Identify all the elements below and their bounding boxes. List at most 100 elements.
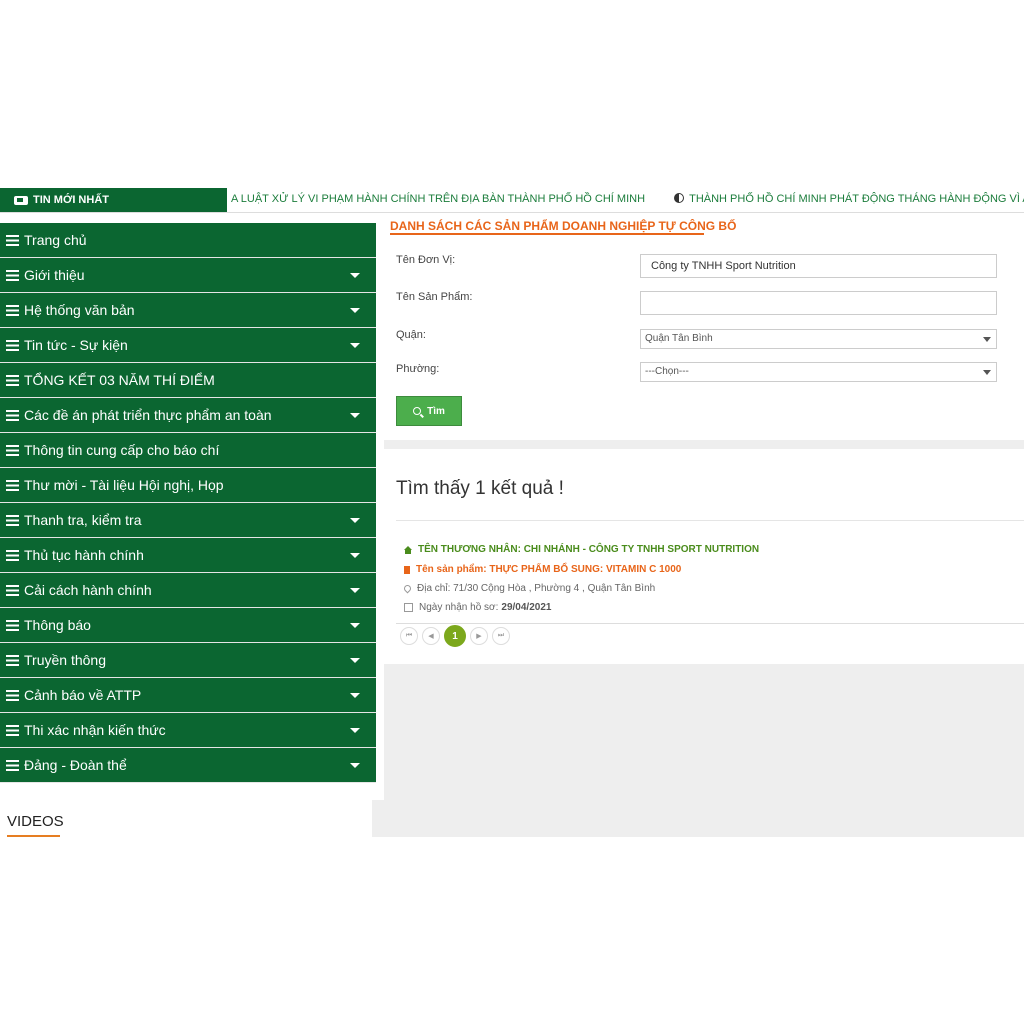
- sidebar-item[interactable]: Thông tin cung cấp cho báo chí: [0, 433, 376, 468]
- result-divider: [396, 520, 1024, 521]
- list-icon: [6, 374, 19, 386]
- sidebar-item[interactable]: Giới thiệu: [0, 258, 376, 293]
- content-background: [384, 664, 1024, 837]
- sidebar-item[interactable]: Các đề án phát triển thực phẩm an toàn: [0, 398, 376, 433]
- videos-section: VIDEOS: [0, 803, 372, 837]
- caret-down-icon: [350, 658, 360, 663]
- sidebar-item-label: Cảnh báo về ATTP: [24, 687, 142, 703]
- caret-down-icon: [350, 308, 360, 313]
- sidebar-item[interactable]: Cải cách hành chính: [0, 573, 376, 608]
- sidebar-menu: Trang chủ Giới thiệu Hệ thống văn bản Tin t…: [0, 223, 376, 783]
- district-label: Quận:: [396, 329, 426, 341]
- halfcircle-icon: [674, 193, 685, 203]
- chevron-down-icon: [983, 370, 991, 375]
- list-icon: [6, 409, 19, 421]
- list-icon: [6, 619, 19, 631]
- merchant-name: TÊN THƯƠNG NHÂN: CHI NHÁNH - CÔNG TY TNH…: [418, 544, 760, 555]
- list-icon: [6, 339, 19, 351]
- sidebar-item-label: Thanh tra, kiểm tra: [24, 512, 142, 528]
- unit-label: Tên Đơn Vị:: [396, 254, 456, 266]
- ticker-divider: [0, 212, 1024, 213]
- page-1-button[interactable]: 1: [444, 625, 466, 647]
- sidebar-item-label: Thi xác nhận kiến thức: [24, 722, 166, 738]
- date-value: 29/04/2021: [501, 602, 552, 613]
- caret-down-icon: [350, 693, 360, 698]
- news-ticker: TIN MỚI NHẤT A LUẬT XỬ LÝ VI PHẠM HÀNH C…: [0, 188, 1024, 212]
- search-button-label: Tìm: [427, 405, 445, 417]
- address-text: Địa chỉ: 71/30 Cộng Hòa , Phường 4 , Quậ…: [417, 583, 656, 594]
- caret-down-icon: [350, 728, 360, 733]
- list-icon: [6, 234, 19, 246]
- list-icon: [6, 269, 19, 281]
- map-pin-icon: [402, 583, 413, 594]
- list-icon: [6, 479, 19, 491]
- ward-select-value: ---Chọn---: [645, 366, 689, 377]
- sidebar-item-label: Cải cách hành chính: [24, 582, 152, 598]
- prev-page-button[interactable]: ◀: [422, 627, 440, 645]
- caret-down-icon: [350, 623, 360, 628]
- product-input[interactable]: [640, 291, 997, 315]
- list-icon: [6, 689, 19, 701]
- search-icon: [413, 407, 422, 415]
- result-address: Địa chỉ: 71/30 Cộng Hòa , Phường 4 , Quậ…: [402, 583, 656, 594]
- result-merchant[interactable]: TÊN THƯƠNG NHÂN: CHI NHÁNH - CÔNG TY TNH…: [404, 544, 759, 555]
- caret-down-icon: [350, 273, 360, 278]
- ticker-item[interactable]: A LUẬT XỬ LÝ VI PHẠM HÀNH CHÍNH TRÊN ĐỊA…: [231, 193, 645, 205]
- sidebar-item-label: Giới thiệu: [24, 267, 85, 283]
- sidebar-item[interactable]: Thông báo: [0, 608, 376, 643]
- caret-down-icon: [350, 343, 360, 348]
- sidebar-item[interactable]: Tin tức - Sự kiện: [0, 328, 376, 363]
- result-product[interactable]: Tên sản phẩm: THỰC PHẨM BỔ SUNG: VITAMIN…: [404, 564, 681, 575]
- list-icon: [6, 514, 19, 526]
- caret-down-icon: [350, 413, 360, 418]
- sidebar-item[interactable]: Trang chủ: [0, 223, 376, 258]
- sidebar-item-label: Tin tức - Sự kiện: [24, 337, 128, 353]
- sidebar-item[interactable]: Thi xác nhận kiến thức: [0, 713, 376, 748]
- search-button[interactable]: Tìm: [396, 396, 462, 426]
- sidebar-item[interactable]: Truyền thông: [0, 643, 376, 678]
- list-icon: [6, 724, 19, 736]
- sidebar-item-label: Thông tin cung cấp cho báo chí: [24, 442, 220, 458]
- sidebar-item[interactable]: Thủ tục hành chính: [0, 538, 376, 573]
- product-label: Tên Sản Phẩm:: [396, 291, 473, 303]
- last-page-button[interactable]: ⏭: [492, 627, 510, 645]
- list-icon: [6, 584, 19, 596]
- sidebar-item[interactable]: Thư mời - Tài liệu Hội nghị, Họp: [0, 468, 376, 503]
- sidebar-item-label: Thủ tục hành chính: [24, 547, 144, 563]
- sidebar-item[interactable]: TỔNG KẾT 03 NĂM THÍ ĐIỂM: [0, 363, 376, 398]
- pagination: ⏮ ◀ 1 ▶ ⏭: [400, 625, 514, 647]
- content-background-left: [372, 800, 384, 837]
- next-page-button[interactable]: ▶: [470, 627, 488, 645]
- caret-down-icon: [350, 518, 360, 523]
- sidebar-item-label: Các đề án phát triển thực phẩm an toàn: [24, 407, 272, 423]
- ward-select[interactable]: ---Chọn---: [640, 362, 997, 382]
- list-icon: [6, 549, 19, 561]
- ticker-items: A LUẬT XỬ LÝ VI PHẠM HÀNH CHÍNH TRÊN ĐỊA…: [231, 188, 1024, 210]
- videos-title: VIDEOS: [7, 813, 64, 830]
- sidebar-item-label: Truyền thông: [24, 652, 106, 668]
- sidebar-item[interactable]: Cảnh báo về ATTP: [0, 678, 376, 713]
- sidebar-item[interactable]: Hệ thống văn bản: [0, 293, 376, 328]
- district-select-value: Quận Tân Bình: [645, 333, 713, 344]
- sidebar-item-label: Đảng - Đoàn thể: [24, 757, 127, 773]
- list-icon: [6, 759, 19, 771]
- unit-input[interactable]: Công ty TNHH Sport Nutrition: [640, 254, 997, 278]
- result-count: Tìm thấy 1 kết quả !: [396, 478, 564, 499]
- list-icon: [6, 444, 19, 456]
- date-label: Ngày nhận hồ sơ:: [419, 602, 499, 613]
- caret-down-icon: [350, 588, 360, 593]
- sidebar-item-label: Hệ thống văn bản: [24, 302, 135, 318]
- caret-down-icon: [350, 763, 360, 768]
- first-page-button[interactable]: ⏮: [400, 627, 418, 645]
- ticker-item[interactable]: THÀNH PHỐ HỒ CHÍ MINH PHÁT ĐỘNG THÁNG HÀ…: [689, 193, 1024, 205]
- sidebar-item[interactable]: Đảng - Đoàn thể: [0, 748, 376, 783]
- sidebar-item[interactable]: Thanh tra, kiểm tra: [0, 503, 376, 538]
- page-title: DANH SÁCH CÁC SẢN PHẨM DOANH NGHIỆP TỰ C…: [390, 219, 737, 233]
- product-name: Tên sản phẩm: THỰC PHẨM BỔ SUNG: VITAMIN…: [416, 564, 682, 575]
- tv-icon: [14, 195, 28, 205]
- list-icon: [6, 304, 19, 316]
- chevron-down-icon: [983, 337, 991, 342]
- caret-down-icon: [350, 553, 360, 558]
- sidebar-item-label: TỔNG KẾT 03 NĂM THÍ ĐIỂM: [24, 372, 215, 388]
- district-select[interactable]: Quận Tân Bình: [640, 329, 997, 349]
